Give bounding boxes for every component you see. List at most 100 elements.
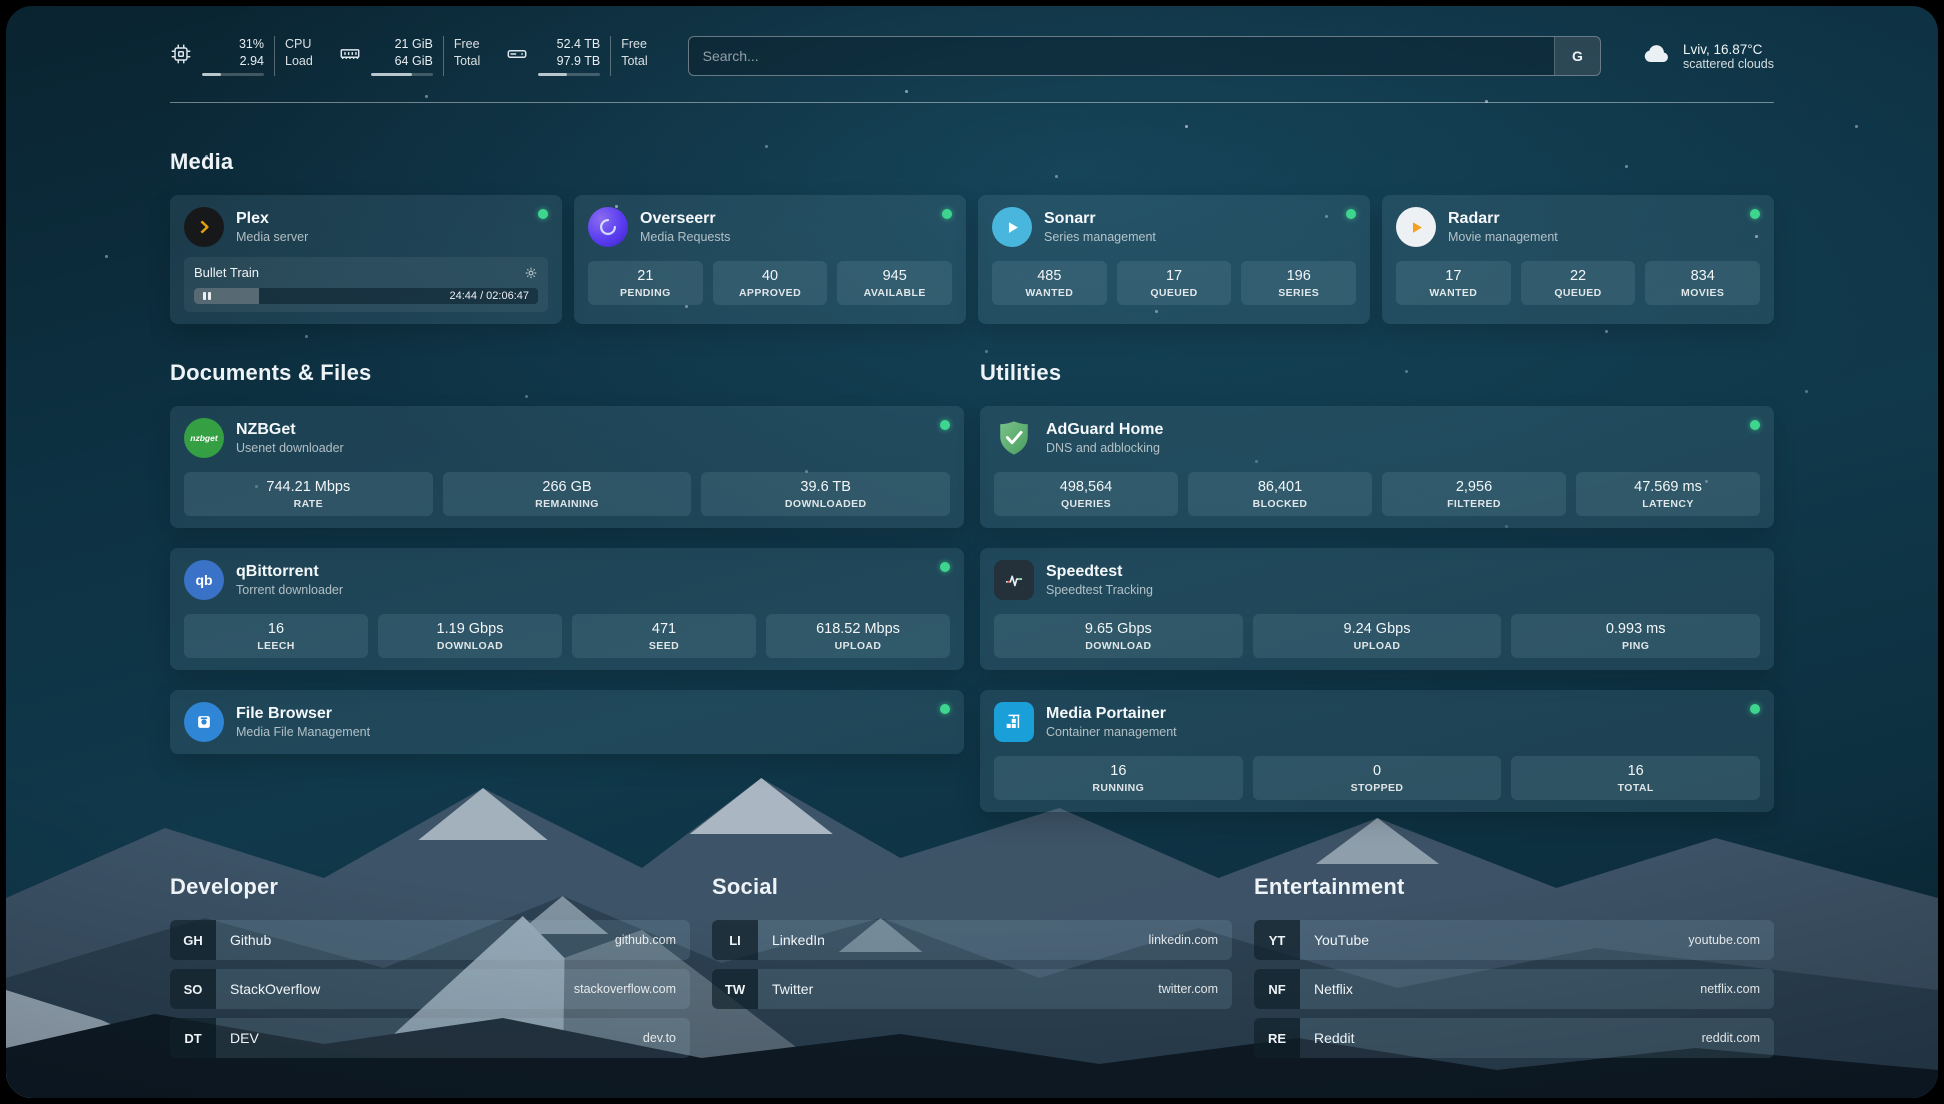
memory-total: 64 GiB <box>395 53 433 69</box>
cloud-icon <box>1641 38 1673 75</box>
sonarr-card[interactable]: Sonarr Series management 485WANTED 17QUE… <box>978 195 1370 324</box>
bookmark-twitter[interactable]: TW Twitter twitter.com <box>712 969 1232 1009</box>
bookmark-abbr: SO <box>170 969 216 1009</box>
dashboard-frame: 31% 2.94 CPU Load <box>6 6 1938 1098</box>
section-media: Media Plex Media server <box>170 149 1774 324</box>
plex-icon <box>184 207 224 247</box>
dashboard-content: 31% 2.94 CPU Load <box>6 6 1938 1098</box>
two-column-area: Documents & Files nzbget NZBGet Usenet d… <box>170 360 1774 832</box>
portainer-card[interactable]: Media Portainer Container management 16R… <box>980 690 1774 812</box>
stat-total: 16TOTAL <box>1511 756 1760 800</box>
memory-usage-bar <box>371 73 433 76</box>
adguard-card[interactable]: AdGuard Home DNS and adblocking 498,564Q… <box>980 406 1774 528</box>
nzbget-card[interactable]: nzbget NZBGet Usenet downloader 744.21 M… <box>170 406 964 528</box>
stat-latency: 47.569 msLATENCY <box>1576 472 1760 516</box>
bookmark-abbr: DT <box>170 1018 216 1058</box>
bookmark-youtube[interactable]: YT YouTube youtube.com <box>1254 920 1774 960</box>
bookmark-abbr: TW <box>712 969 758 1009</box>
status-dot-online <box>1750 209 1760 219</box>
service-subtitle: Series management <box>1044 230 1156 244</box>
search-input[interactable] <box>689 48 1554 64</box>
bookmark-name: LinkedIn <box>772 932 825 948</box>
stat-approved: 40APPROVED <box>713 261 828 305</box>
system-stats: 31% 2.94 CPU Load <box>170 36 648 76</box>
status-dot-online <box>1750 704 1760 714</box>
section-title-social: Social <box>712 874 1232 900</box>
bookmark-name: Github <box>230 932 271 948</box>
bookmark-dev[interactable]: DT DEV dev.to <box>170 1018 690 1058</box>
plex-now-playing: Bullet Train 24:44 / 02:06:47 <box>184 257 548 312</box>
stat-upload: 618.52 MbpsUPLOAD <box>766 614 950 658</box>
overseerr-icon <box>588 207 628 247</box>
service-subtitle: Torrent downloader <box>236 583 343 597</box>
service-title: File Browser <box>236 705 370 723</box>
disk-free: 52.4 TB <box>557 36 601 52</box>
qbittorrent-card[interactable]: qb qBittorrent Torrent downloader 16LEEC… <box>170 548 964 670</box>
stat-queries: 498,564QUERIES <box>994 472 1178 516</box>
memory-usage-bar-fill <box>371 73 412 76</box>
filebrowser-icon <box>184 702 224 742</box>
overseerr-card[interactable]: Overseerr Media Requests 21PENDING 40APP… <box>574 195 966 324</box>
bookmarks-area: Developer GH Github github.com SO StackO… <box>170 874 1774 1067</box>
bookmark-abbr: NF <box>1254 969 1300 1009</box>
bookmark-abbr: RE <box>1254 1018 1300 1058</box>
plex-card[interactable]: Plex Media server Bullet Train <box>170 195 562 324</box>
pause-icon[interactable] <box>203 292 211 300</box>
playback-time: 24:44 / 02:06:47 <box>449 290 529 302</box>
stat-upload: 9.24 GbpsUPLOAD <box>1253 614 1502 658</box>
cpu-label-top: CPU <box>285 36 313 52</box>
stat-wanted: 17WANTED <box>1396 261 1511 305</box>
section-title-utilities: Utilities <box>980 360 1774 386</box>
status-dot-online <box>940 420 950 430</box>
radarr-card[interactable]: Radarr Movie management 17WANTED 22QUEUE… <box>1382 195 1774 324</box>
stat-blocked: 86,401BLOCKED <box>1188 472 1372 516</box>
bookmark-url: reddit.com <box>1702 1031 1774 1045</box>
bookmark-url: stackoverflow.com <box>574 982 690 996</box>
weather-widget[interactable]: Lviv, 16.87°C scattered clouds <box>1641 38 1774 75</box>
bookmark-abbr: YT <box>1254 920 1300 960</box>
cpu-percent: 31% <box>239 36 264 52</box>
service-subtitle: Movie management <box>1448 230 1558 244</box>
cpu-usage-bar <box>202 73 264 76</box>
bookmark-linkedin[interactable]: LI LinkedIn linkedin.com <box>712 920 1232 960</box>
portainer-icon <box>994 702 1034 742</box>
disk-usage-bar <box>538 73 600 76</box>
cpu-icon <box>170 43 192 70</box>
filebrowser-card[interactable]: File Browser Media File Management <box>170 690 964 754</box>
gear-icon[interactable] <box>524 266 538 280</box>
service-title: NZBGet <box>236 421 344 439</box>
stat-available: 945AVAILABLE <box>837 261 952 305</box>
playback-progress-bar[interactable]: 24:44 / 02:06:47 <box>194 288 538 304</box>
cpu-usage-bar-fill <box>202 73 221 76</box>
section-title-developer: Developer <box>170 874 690 900</box>
sonarr-icon <box>992 207 1032 247</box>
cpu-load: 2.94 <box>240 53 264 69</box>
bookmark-group-entertainment: Entertainment YT YouTube youtube.com NF … <box>1254 874 1774 1067</box>
status-dot-online <box>1346 209 1356 219</box>
speedtest-card[interactable]: Speedtest Speedtest Tracking 9.65 GbpsDO… <box>980 548 1774 670</box>
stat-downloaded: 39.6 TBDOWNLOADED <box>701 472 950 516</box>
stat-running: 16RUNNING <box>994 756 1243 800</box>
status-dot-online <box>538 209 548 219</box>
search-provider-button[interactable]: G <box>1554 37 1600 75</box>
bookmark-netflix[interactable]: NF Netflix netflix.com <box>1254 969 1774 1009</box>
bookmark-reddit[interactable]: RE Reddit reddit.com <box>1254 1018 1774 1058</box>
media-cards-row: Plex Media server Bullet Train <box>170 195 1774 324</box>
bookmark-url: youtube.com <box>1688 933 1774 947</box>
bookmark-stackoverflow[interactable]: SO StackOverflow stackoverflow.com <box>170 969 690 1009</box>
status-dot-online <box>940 562 950 572</box>
stat-filtered: 2,956FILTERED <box>1382 472 1566 516</box>
stat-wanted: 485WANTED <box>992 261 1107 305</box>
memory-icon <box>339 43 361 70</box>
bookmark-url: linkedin.com <box>1149 933 1232 947</box>
stat-queued: 22QUEUED <box>1521 261 1636 305</box>
bookmark-github[interactable]: GH Github github.com <box>170 920 690 960</box>
bookmark-url: netflix.com <box>1700 982 1774 996</box>
section-utilities: Utilities AdGua <box>980 360 1774 832</box>
bookmark-name: Netflix <box>1314 981 1353 997</box>
bookmark-group-social: Social LI LinkedIn linkedin.com TW Twitt… <box>712 874 1232 1018</box>
status-dot-online <box>942 209 952 219</box>
stat-download: 9.65 GbpsDOWNLOAD <box>994 614 1243 658</box>
disk-icon <box>506 43 528 70</box>
service-subtitle: Media File Management <box>236 725 370 739</box>
